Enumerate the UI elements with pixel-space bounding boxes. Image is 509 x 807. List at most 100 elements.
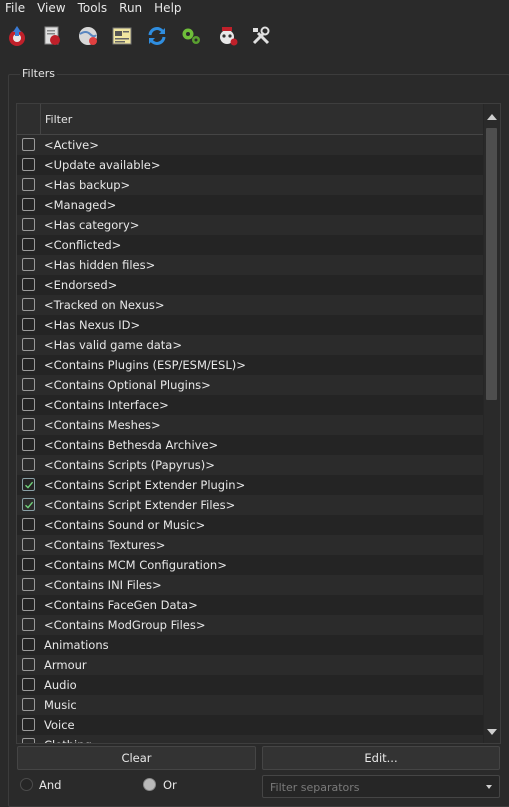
filter-row-label: <Has category>: [44, 218, 140, 232]
filter-row[interactable]: <Contains Meshes>: [17, 415, 483, 435]
filter-row[interactable]: <Managed>: [17, 195, 483, 215]
filter-row[interactable]: <Endorsed>: [17, 275, 483, 295]
filter-checkbox[interactable]: [22, 558, 35, 571]
header-checkbox-column[interactable]: [17, 104, 41, 134]
problems-icon[interactable]: [213, 22, 241, 50]
filter-checkbox-checked[interactable]: [22, 498, 35, 511]
filter-row[interactable]: <Contains FaceGen Data>: [17, 595, 483, 615]
filter-checkbox[interactable]: [22, 598, 35, 611]
filter-checkbox[interactable]: [22, 158, 35, 171]
filter-row-label: <Contains Textures>: [44, 538, 166, 552]
filter-row[interactable]: <Contains MCM Configuration>: [17, 555, 483, 575]
filter-row[interactable]: Music: [17, 695, 483, 715]
nexus-globe-icon[interactable]: [74, 22, 102, 50]
filter-checkbox[interactable]: [22, 518, 35, 531]
filter-checkbox[interactable]: [22, 578, 35, 591]
filter-row[interactable]: Animations: [17, 635, 483, 655]
menu-file[interactable]: File: [0, 1, 32, 15]
vertical-scrollbar[interactable]: [484, 104, 500, 743]
scroll-up-arrow-icon[interactable]: [487, 114, 497, 120]
filter-row[interactable]: <Contains INI Files>: [17, 575, 483, 595]
filter-checkbox[interactable]: [22, 418, 35, 431]
filter-checkbox[interactable]: [22, 618, 35, 631]
filter-row[interactable]: Voice: [17, 715, 483, 735]
filter-checkbox[interactable]: [22, 238, 35, 251]
refresh-icon[interactable]: [143, 22, 171, 50]
filter-row[interactable]: <Contains Plugins (ESP/ESM/ESL)>: [17, 355, 483, 375]
menu-tools[interactable]: Tools: [73, 1, 115, 15]
filter-row-label: <Managed>: [44, 198, 117, 212]
filter-row[interactable]: <Contains Script Extender Plugin>: [17, 475, 483, 495]
menu-help[interactable]: Help: [149, 1, 188, 15]
filter-row[interactable]: <Contains Interface>: [17, 395, 483, 415]
filter-column-header[interactable]: Filter: [45, 113, 72, 126]
filter-checkbox[interactable]: [22, 678, 35, 691]
filter-row[interactable]: <Contains Sound or Music>: [17, 515, 483, 535]
filter-checkbox[interactable]: [22, 538, 35, 551]
menu-bar: File View Tools Run Help: [0, 0, 509, 16]
filter-row[interactable]: <Conflicted>: [17, 235, 483, 255]
filter-checkbox[interactable]: [22, 138, 35, 151]
menu-run[interactable]: Run: [114, 1, 149, 15]
filter-row[interactable]: <Has valid game data>: [17, 335, 483, 355]
scroll-thumb[interactable]: [486, 128, 497, 400]
filter-checkbox[interactable]: [22, 718, 35, 731]
and-radio[interactable]: [20, 778, 33, 791]
menu-view[interactable]: View: [32, 1, 72, 15]
filter-checkbox[interactable]: [22, 638, 35, 651]
filter-checkbox[interactable]: [22, 458, 35, 471]
install-mod-icon[interactable]: [3, 22, 31, 50]
filter-row[interactable]: <Has category>: [17, 215, 483, 235]
filter-separators-placeholder: Filter separators: [270, 781, 360, 794]
filter-row[interactable]: <Contains Script Extender Files>: [17, 495, 483, 515]
filter-row-label: <Contains Sound or Music>: [44, 518, 206, 532]
filter-row[interactable]: Clothing: [17, 735, 483, 743]
filter-checkbox[interactable]: [22, 398, 35, 411]
filter-row[interactable]: <Contains Optional Plugins>: [17, 375, 483, 395]
filter-list[interactable]: Filter <Active> <Update available> <Has ba…: [16, 103, 501, 744]
filter-checkbox[interactable]: [22, 278, 35, 291]
or-radio[interactable]: [143, 778, 156, 791]
filter-checkbox[interactable]: [22, 178, 35, 191]
filter-checkbox[interactable]: [22, 358, 35, 371]
filter-row-label: <Contains Script Extender Files>: [44, 498, 236, 512]
filter-row-label: <Conflicted>: [44, 238, 122, 252]
edit-button[interactable]: Edit...: [262, 746, 500, 770]
filter-row[interactable]: <Active>: [17, 135, 483, 155]
ini-editor-icon[interactable]: [108, 22, 136, 50]
filter-row[interactable]: <Contains Textures>: [17, 535, 483, 555]
filter-row[interactable]: <Has Nexus ID>: [17, 315, 483, 335]
filter-checkbox-checked[interactable]: [22, 478, 35, 491]
filter-separators-combo[interactable]: Filter separators: [262, 775, 500, 798]
filter-row[interactable]: Audio: [17, 675, 483, 695]
filter-row[interactable]: <Contains Scripts (Papyrus)>: [17, 455, 483, 475]
filter-list-header: Filter: [17, 104, 483, 135]
filter-checkbox[interactable]: [22, 698, 35, 711]
filter-checkbox[interactable]: [22, 318, 35, 331]
filter-row[interactable]: <Has backup>: [17, 175, 483, 195]
filter-row[interactable]: <Tracked on Nexus>: [17, 295, 483, 315]
filter-row-label: <Tracked on Nexus>: [44, 298, 165, 312]
filter-checkbox[interactable]: [22, 738, 35, 743]
filter-row-label: Animations: [44, 638, 109, 652]
filter-checkbox[interactable]: [22, 438, 35, 451]
filter-row[interactable]: Armour: [17, 655, 483, 675]
filter-row[interactable]: <Has hidden files>: [17, 255, 483, 275]
filter-row[interactable]: <Contains ModGroup Files>: [17, 615, 483, 635]
profiles-icon[interactable]: [38, 22, 66, 50]
toolbar: [0, 20, 509, 52]
filter-checkbox[interactable]: [22, 338, 35, 351]
filter-checkbox[interactable]: [22, 658, 35, 671]
tools-icon[interactable]: [247, 22, 275, 50]
filter-checkbox[interactable]: [22, 218, 35, 231]
filter-row[interactable]: <Update available>: [17, 155, 483, 175]
clear-button[interactable]: Clear: [17, 746, 256, 770]
scroll-down-arrow-icon[interactable]: [487, 729, 497, 735]
filter-checkbox[interactable]: [22, 198, 35, 211]
filter-checkbox[interactable]: [22, 378, 35, 391]
settings-gears-icon[interactable]: [177, 22, 205, 50]
filter-checkbox[interactable]: [22, 258, 35, 271]
filter-rows: <Active> <Update available> <Has backup> <M…: [17, 135, 483, 743]
filter-row[interactable]: <Contains Bethesda Archive>: [17, 435, 483, 455]
filter-checkbox[interactable]: [22, 298, 35, 311]
